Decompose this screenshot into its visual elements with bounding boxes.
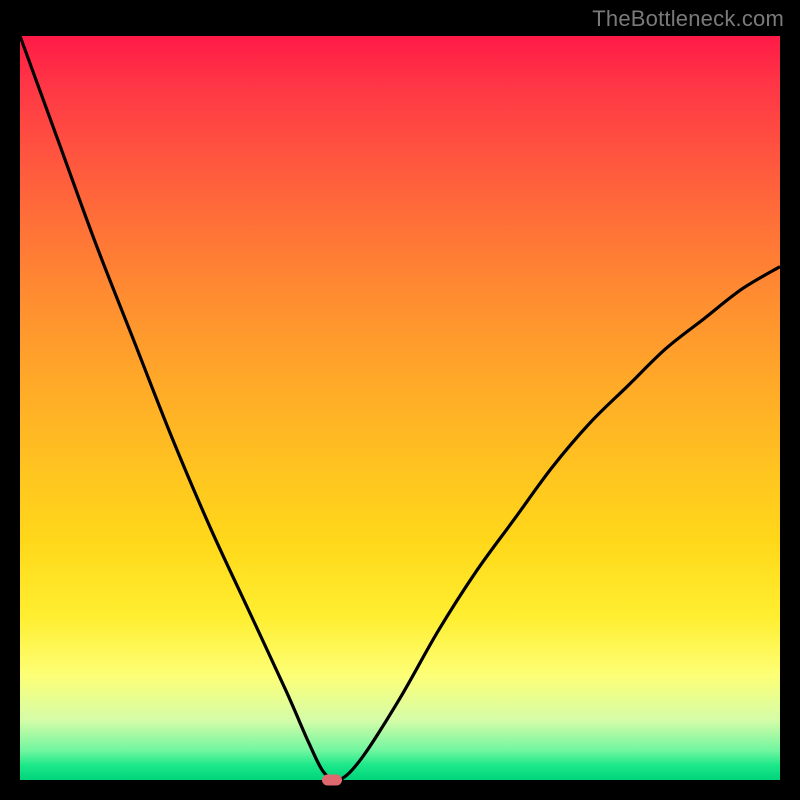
watermark-text: TheBottleneck.com: [592, 6, 784, 32]
plot-area: [20, 36, 780, 780]
bottleneck-curve-path: [20, 36, 780, 780]
minimum-marker: [322, 775, 342, 786]
chart-frame: TheBottleneck.com: [0, 0, 800, 800]
curve-svg: [20, 36, 780, 780]
